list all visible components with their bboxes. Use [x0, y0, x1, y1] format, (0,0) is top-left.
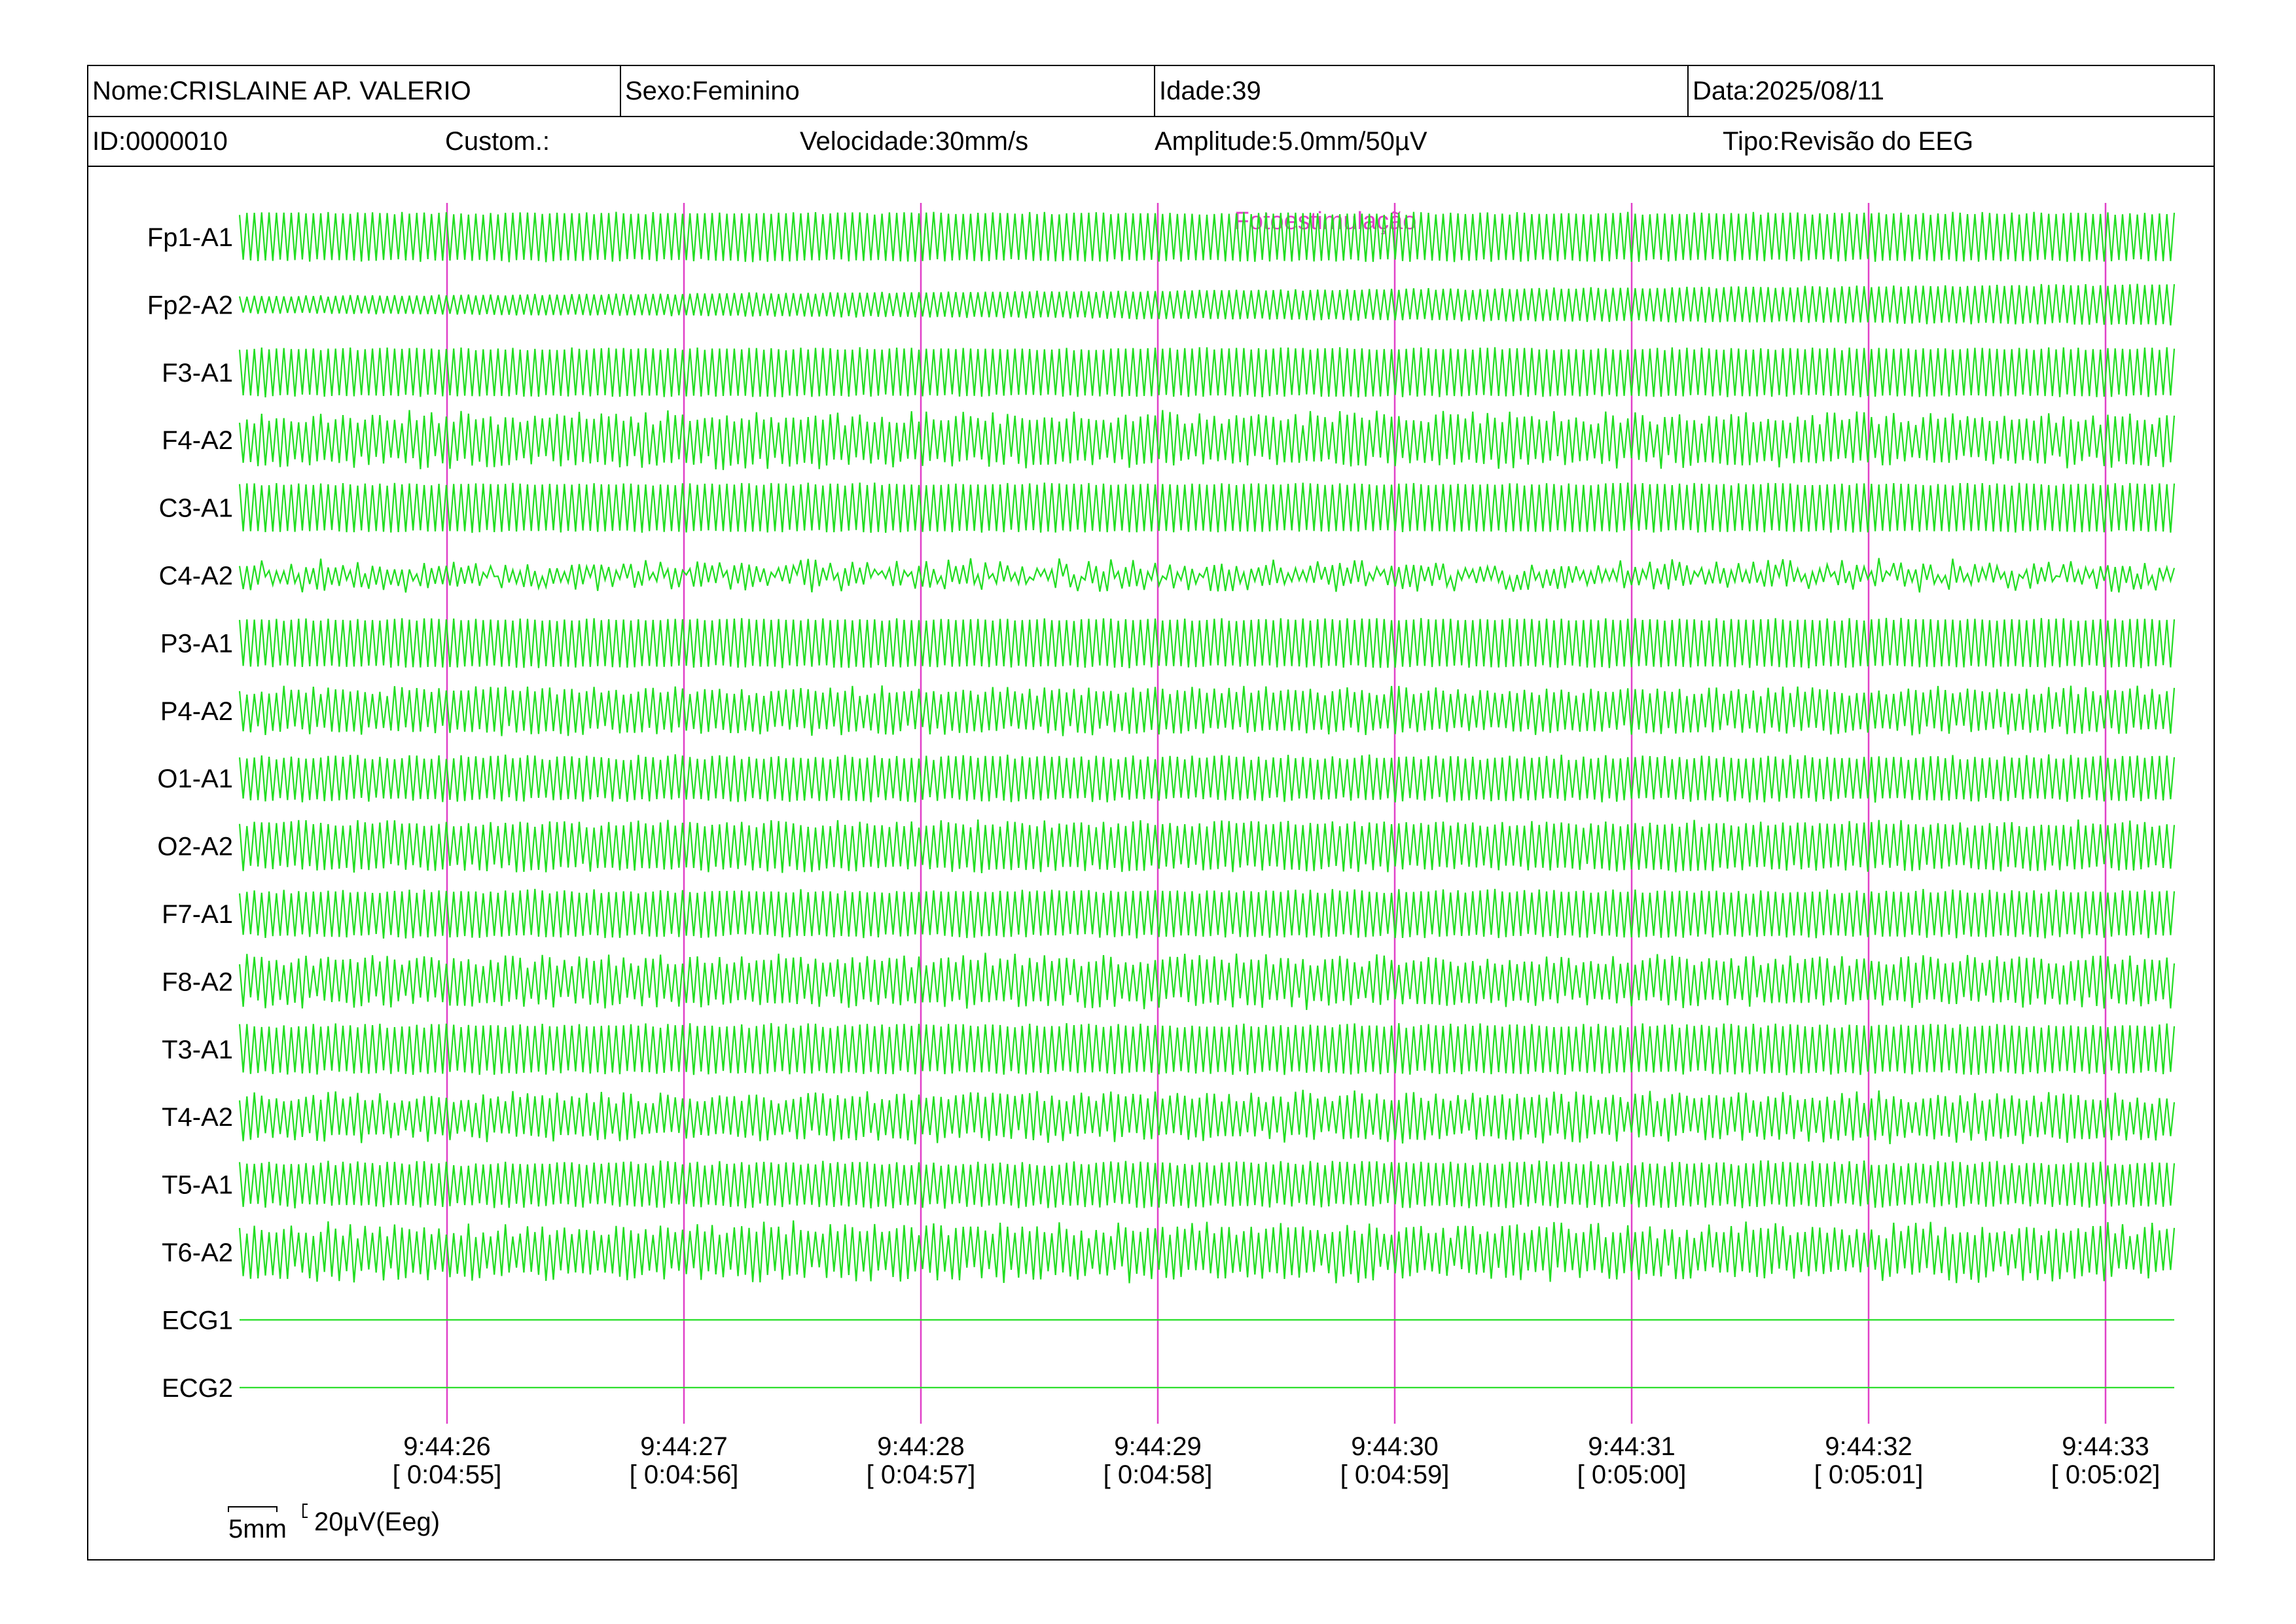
- trace-c4-a2: [238, 558, 2176, 593]
- channel-label-p3-a1: P3-A1: [160, 629, 233, 658]
- time-clock-5: 9:44:30: [1351, 1432, 1438, 1461]
- time-elapsed-3: [ 0:04:57]: [867, 1460, 976, 1489]
- channel-label-ecg1: ECG1: [162, 1306, 233, 1335]
- channel-label-o2-a2: O2-A2: [157, 833, 233, 861]
- scale-amp-bracket: [302, 1504, 308, 1518]
- trace-o2-a2: [238, 819, 2176, 873]
- channel-label-o1-a1: O1-A1: [157, 765, 233, 793]
- channel-label-t3-a1: T3-A1: [162, 1036, 233, 1064]
- trace-t5-a1: [238, 1160, 2176, 1209]
- channel-label-c4-a2: C4-A2: [159, 562, 233, 590]
- time-elapsed-7: [ 0:05:01]: [1814, 1460, 1924, 1489]
- trace-fp2-a2: [238, 283, 2176, 326]
- scale-amp-label: 20µV(Eeg): [314, 1507, 440, 1536]
- time-clock-6: 9:44:31: [1588, 1432, 1675, 1461]
- time-elapsed-4: [ 0:04:58]: [1103, 1460, 1213, 1489]
- time-elapsed-2: [ 0:04:56]: [630, 1460, 739, 1489]
- trace-c3-a1: [238, 482, 2176, 533]
- channel-label-f3-a1: F3-A1: [162, 359, 233, 388]
- time-clock-1: 9:44:26: [403, 1432, 490, 1461]
- channel-label-ecg2: ECG2: [162, 1374, 233, 1403]
- channel-label-c3-a1: C3-A1: [159, 494, 233, 523]
- trace-f4-a2: [238, 410, 2176, 471]
- channel-label-f8-a2: F8-A2: [162, 967, 233, 996]
- scale-time-bar: [228, 1506, 278, 1512]
- time-clock-7: 9:44:32: [1825, 1432, 1912, 1461]
- trace-fp1-a1: [238, 211, 2176, 262]
- trace-t6-a2: [238, 1220, 2176, 1284]
- channel-label-fp1-a1: Fp1-A1: [147, 223, 233, 252]
- trace-f7-a1: [238, 888, 2176, 939]
- channel-label-t4-a2: T4-A2: [162, 1103, 233, 1132]
- trace-o1-a1: [238, 754, 2176, 803]
- time-clock-8: 9:44:33: [2062, 1432, 2149, 1461]
- channel-label-f4-a2: F4-A2: [162, 426, 233, 455]
- time-elapsed-8: [ 0:05:02]: [2051, 1460, 2161, 1489]
- time-clock-4: 9:44:29: [1114, 1432, 1201, 1461]
- trace-f8-a2: [238, 952, 2176, 1010]
- channel-label-t5-a1: T5-A1: [162, 1171, 233, 1200]
- trace-t3-a1: [238, 1022, 2176, 1075]
- time-elapsed-6: [ 0:05:00]: [1577, 1460, 1687, 1489]
- channel-label-f7-a1: F7-A1: [162, 900, 233, 929]
- trace-p4-a2: [238, 685, 2176, 736]
- time-clock-3: 9:44:28: [877, 1432, 964, 1461]
- scale-time-label: 5mm: [228, 1515, 287, 1543]
- time-elapsed-1: [ 0:04:55]: [393, 1460, 502, 1489]
- channel-label-fp2-a2: Fp2-A2: [147, 291, 233, 319]
- time-clock-2: 9:44:27: [640, 1432, 727, 1461]
- trace-t4-a2: [238, 1089, 2176, 1145]
- channel-label-t6-a2: T6-A2: [162, 1238, 233, 1267]
- trace-f3-a1: [238, 347, 2176, 398]
- trace-p3-a1: [238, 617, 2176, 668]
- eeg-plot: FotoestimulaçãoFp1-A1Fp2-A2F3-A1F4-A2C3-…: [147, 203, 2176, 1543]
- channel-label-p4-a2: P4-A2: [160, 697, 233, 726]
- time-elapsed-5: [ 0:04:59]: [1340, 1460, 1450, 1489]
